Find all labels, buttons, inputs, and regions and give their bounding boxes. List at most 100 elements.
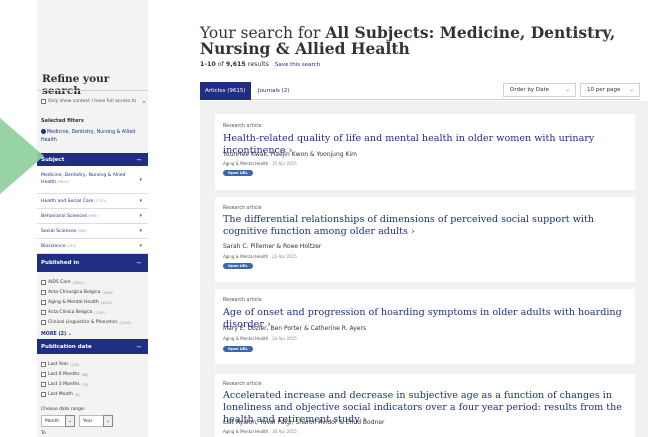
date-option-checkbox[interactable]: Last 6 Months (66) [41,372,89,377]
tab-articles[interactable]: Articles (9615) [200,82,251,100]
publication-checkbox[interactable]: Clinical Linguistics & Phonetics (1108) [41,320,131,325]
date-option-checkbox[interactable]: Last 3 Months (33) [41,382,89,387]
results-summary: 1-10 of 9,615 results Save this search [200,61,320,68]
publication-checkbox[interactable]: Acta Chirurgica Belgica (1859) [41,290,114,295]
results-suffix: results [245,61,269,68]
collapse-icon[interactable]: − [136,156,142,164]
article-type: Research article [223,206,262,211]
publication-checkbox[interactable]: Acta Clinica Belgica (1167) [41,310,106,315]
checkbox-icon [41,280,46,285]
checkbox-icon [41,290,46,295]
chevron-down-icon[interactable]: ⌄ [103,415,113,427]
checkbox-icon [41,300,46,305]
checkbox-icon [41,382,46,387]
article-authors[interactable]: Mary E. Dozier, Ben Porter & Catherine R… [223,325,366,332]
open-access-badge[interactable]: Open URL [223,263,253,269]
article-authors[interactable]: Sarah C. Pillemer & Roee Holtzer [223,243,321,250]
selected-filter-item[interactable]: Medicine, Dentistry, Nursing & Allied He… [41,129,145,144]
article-authors[interactable]: Liat Ayalon, Yuval Palgi, Sharon Avidor … [223,419,384,426]
collapse-icon[interactable]: − [136,343,142,351]
article-type: Research article [223,298,262,303]
date-option-checkbox[interactable]: Last Year (155) [41,362,79,367]
result-card: Research article Health-related quality … [215,114,635,190]
checkbox-icon [41,99,46,104]
journal-name[interactable]: Aging & Mental Health [223,429,268,434]
save-search-link[interactable]: Save this search [275,62,320,68]
article-date: 30 Apr 2015 [272,429,297,434]
checkbox-icon [41,310,46,315]
published-in-label: Published in [41,260,80,266]
results-range: 1-10 [200,61,216,68]
per-page-value: 10 per page [587,87,621,93]
publication-count: (2850) [72,280,84,285]
year-select[interactable]: Year ⌄ [79,415,113,427]
collapse-icon[interactable]: − [136,259,142,267]
date-option-count: (33) [81,382,89,387]
date-option-checkbox[interactable]: Last Month (4) [41,392,80,397]
checkbox-icon [41,362,46,367]
publication-date-label: Publication date [41,343,92,350]
article-title-link[interactable]: The differential relationships of dimens… [223,214,633,238]
result-card: Research article Accelerated increase an… [215,374,635,437]
full-access-label: Only show content I have full access to [48,99,137,104]
checkbox-icon [41,392,46,397]
open-access-badge[interactable]: Open URL [223,170,253,176]
journal-name[interactable]: Aging & Mental Health [223,254,268,259]
publication-label: Clinical Linguistics & Phonetics [48,320,118,325]
article-type: Research article [223,124,262,129]
chevron-down-icon[interactable]: ⌄ [65,415,75,427]
tab-journals[interactable]: Journals (2) [258,82,289,100]
date-option-label: Last 3 Months [48,382,80,387]
subject-item[interactable]: Behavioral Sciences(990) ▾ [37,209,148,224]
publication-count: (1167) [94,310,106,315]
publication-label: Acta Clinica Belgica [48,310,93,315]
article-journal: Aging & Mental Health 15 Apr 2015 [223,161,297,166]
published-in-section-header[interactable]: Published in − [37,254,148,272]
full-access-checkbox[interactable]: Only show content I have full access to [41,99,136,104]
caret-up-icon[interactable]: ⌃ [141,100,147,108]
subject-label: Medicine, Dentistry, Nursing & Allied He… [41,173,126,185]
more-publications-link[interactable]: MORE (2) ⌄ [41,332,72,337]
date-option-count: (4) [74,392,80,397]
subject-item[interactable]: Health and Social Care(1770) ▾ [37,194,148,209]
publication-checkbox[interactable]: Aging & Mental Health (1410) [41,300,112,305]
per-page-dropdown[interactable]: 10 per page ⌄ [580,83,640,97]
chevron-down-icon: ⌄ [565,87,570,93]
chevron-down-icon: ▾ [139,176,142,183]
subject-label: Behavioral Sciences [41,213,88,219]
open-access-badge[interactable]: Open URL [223,346,253,352]
subject-count: (990) [88,213,98,218]
chevron-down-icon: ▾ [139,228,142,234]
article-authors[interactable]: YounHee Kwak, Haejin Kwon & Yoonjung Kim [223,151,357,158]
subject-label: Bioscience [41,243,66,249]
publication-count: (1859) [102,290,114,295]
result-card: Research article The differential relati… [215,197,635,282]
publication-count: (1410) [100,300,113,305]
subject-section-header[interactable]: Subject − [37,153,148,166]
publication-date-section-header[interactable]: Publication date − [37,339,148,354]
article-journal: Aging & Mental Health 23 Apr 2015 [223,254,297,259]
chevron-down-icon: ▾ [139,243,142,249]
year-select-value: Year [83,418,93,424]
date-option-label: Last Year [48,362,69,367]
subject-item[interactable]: Social Sciences(900) ▾ [37,224,148,239]
date-option-label: Last Month [48,392,73,397]
page-title: Your search for All Subjects: Medicine, … [200,25,660,57]
to-label: To [41,431,46,436]
subject-section-label: Subject [41,156,65,163]
subject-item[interactable]: Bioscience(135) ▾ [37,239,148,254]
journal-name[interactable]: Aging & Mental Health [223,161,268,166]
month-select[interactable]: Month ⌄ [41,415,75,427]
subject-label: Social Sciences [41,228,77,234]
publication-count: (1108) [119,320,131,325]
play-triangle-overlay [0,118,44,194]
refine-sidebar: Refine your search Only show content I h… [37,0,148,437]
date-option-label: Last 6 Months [48,372,80,377]
journal-name[interactable]: Aging & Mental Health [223,336,268,341]
order-by-dropdown[interactable]: Order by Date ⌄ [503,83,576,97]
subject-item[interactable]: Medicine, Dentistry, Nursing & Allied He… [37,166,148,194]
date-range-label: Choose date range: [41,407,86,412]
publication-checkbox[interactable]: AIDS Care (2850) [41,280,84,285]
article-type: Research article [223,382,262,387]
chevron-down-icon: ▾ [139,198,142,204]
